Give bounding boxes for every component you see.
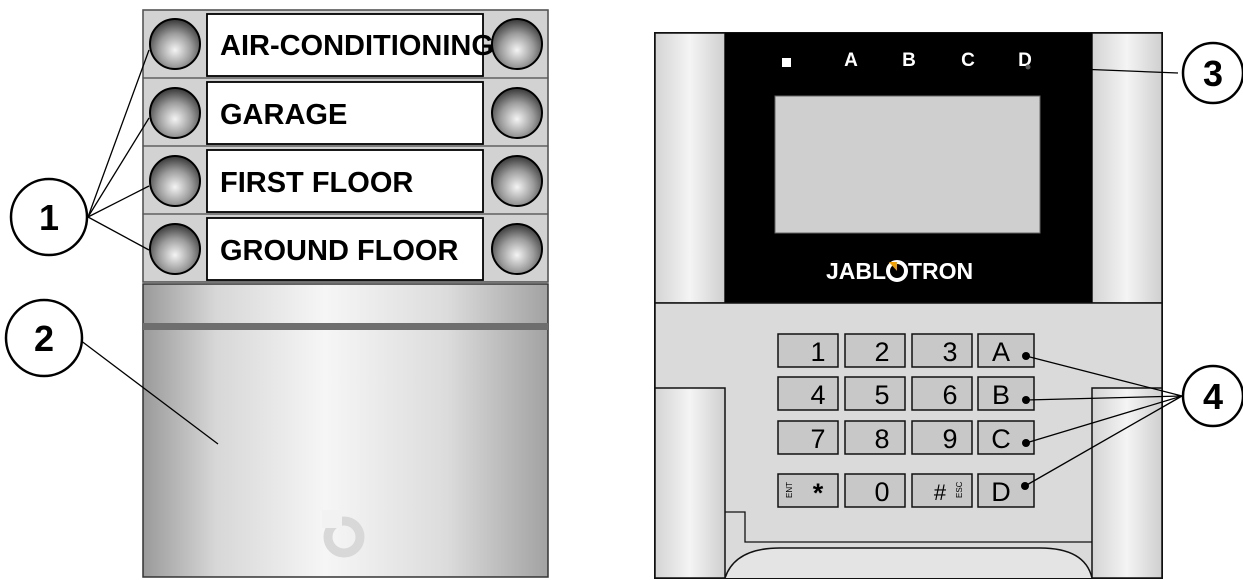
key-4-label: 4 bbox=[810, 380, 825, 410]
key-7-label: 7 bbox=[810, 424, 825, 454]
key-a-label: A bbox=[992, 337, 1010, 367]
access-module-seam bbox=[143, 323, 548, 330]
segment-right-button-4[interactable] bbox=[491, 223, 543, 275]
key-b[interactable]: B bbox=[977, 376, 1035, 411]
key-2-label: 2 bbox=[874, 337, 889, 367]
segment-module: AIR-CONDITIONING GARAGE FIRST FLOOR GROU… bbox=[142, 9, 549, 578]
segment-left-button-2[interactable] bbox=[149, 87, 201, 139]
key-0[interactable]: 0 bbox=[844, 473, 906, 508]
segment-label-4: GROUND FLOOR bbox=[220, 235, 458, 267]
key-6-label: 6 bbox=[942, 380, 957, 410]
access-module bbox=[142, 283, 549, 578]
key-c-label: C bbox=[991, 424, 1011, 454]
key-8-label: 8 bbox=[874, 424, 889, 454]
callout-4-label: 4 bbox=[1203, 376, 1223, 417]
key-1-label: 1 bbox=[810, 337, 825, 367]
key-b-label: B bbox=[992, 380, 1010, 410]
product-diagram: AIR-CONDITIONING GARAGE FIRST FLOOR GROU… bbox=[4, 9, 1243, 579]
callout-1-label: 1 bbox=[39, 197, 59, 238]
indicator-a: A bbox=[844, 50, 858, 71]
key-9-label: 9 bbox=[942, 424, 957, 454]
callout-1: 1 bbox=[9, 49, 150, 257]
brand-suffix: TRON bbox=[908, 258, 973, 284]
key-0-label: 0 bbox=[874, 477, 889, 507]
key-8[interactable]: 8 bbox=[844, 420, 906, 455]
key-6[interactable]: 6 bbox=[911, 376, 973, 411]
key-3[interactable]: 3 bbox=[911, 333, 973, 368]
key-hash[interactable]: # ESC bbox=[911, 473, 973, 508]
segment-right-button-1[interactable] bbox=[491, 18, 543, 70]
key-star-small-label: ENT bbox=[785, 482, 794, 498]
callout-3-label: 3 bbox=[1203, 53, 1223, 94]
key-star[interactable]: * ENT bbox=[777, 473, 839, 508]
brand-prefix: JABL bbox=[826, 258, 886, 284]
key-c[interactable]: C bbox=[977, 420, 1035, 455]
key-hash-small-label: ESC bbox=[955, 481, 964, 498]
segment-right-button-3[interactable] bbox=[491, 155, 543, 207]
segment-left-button-3[interactable] bbox=[149, 155, 201, 207]
segment-label-1: AIR-CONDITIONING bbox=[220, 30, 494, 62]
key-5[interactable]: 5 bbox=[844, 376, 906, 411]
segment-label-3: FIRST FLOOR bbox=[220, 167, 413, 199]
callout-2-label: 2 bbox=[34, 318, 54, 359]
lcd-display bbox=[774, 95, 1041, 234]
status-indicator bbox=[782, 58, 791, 67]
key-d[interactable]: D bbox=[977, 473, 1035, 508]
keypad-module: A B C D JABL TRON 1 2 3 A 4 5 6 B 7 8 9 … bbox=[654, 32, 1163, 579]
key-7[interactable]: 7 bbox=[777, 420, 839, 455]
key-5-label: 5 bbox=[874, 380, 889, 410]
key-a[interactable]: A bbox=[977, 333, 1035, 368]
key-star-label: * bbox=[813, 478, 824, 508]
segment-left-button-4[interactable] bbox=[149, 223, 201, 275]
segment-right-button-2[interactable] bbox=[491, 87, 543, 139]
key-hash-label: # bbox=[934, 480, 947, 505]
key-4[interactable]: 4 bbox=[777, 376, 839, 411]
indicator-c: C bbox=[961, 50, 975, 71]
key-3-label: 3 bbox=[942, 337, 957, 367]
key-d-label: D bbox=[991, 477, 1011, 507]
bottom-lip bbox=[724, 547, 1093, 579]
indicator-b: B bbox=[902, 50, 916, 71]
key-1[interactable]: 1 bbox=[777, 333, 839, 368]
key-9[interactable]: 9 bbox=[911, 420, 973, 455]
segment-label-2: GARAGE bbox=[220, 99, 347, 131]
segment-left-button-1[interactable] bbox=[149, 18, 201, 70]
key-2[interactable]: 2 bbox=[844, 333, 906, 368]
